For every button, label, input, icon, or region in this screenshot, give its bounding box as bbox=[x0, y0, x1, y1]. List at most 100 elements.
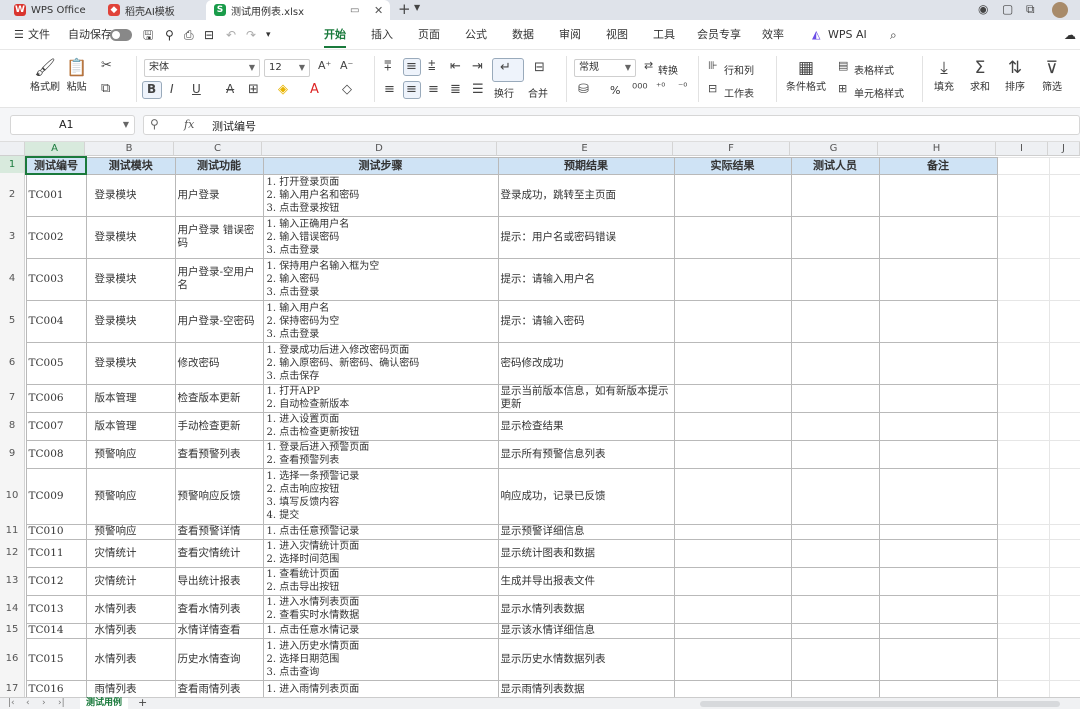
cell-steps[interactable]: 1. 进入水情列表页面 2. 查看实时水情数据 bbox=[262, 594, 499, 624]
cell-expected[interactable]: 提示：请输入密码 bbox=[497, 299, 675, 343]
cell-notes[interactable] bbox=[878, 566, 998, 596]
header-cell-tester[interactable]: 测试人员 bbox=[790, 156, 880, 175]
cell-actual[interactable] bbox=[673, 383, 792, 413]
empty-cell[interactable] bbox=[1048, 439, 1080, 469]
cell-test-id[interactable]: TC016 bbox=[25, 679, 87, 697]
cell-expected[interactable]: 提示：请输入用户名 bbox=[497, 257, 675, 301]
cell-function[interactable]: 用户登录-空密码 bbox=[174, 299, 264, 343]
column-header-g[interactable]: G bbox=[790, 142, 878, 156]
chevron-down-icon[interactable]: ▼ bbox=[123, 116, 129, 134]
empty-cell[interactable] bbox=[1048, 622, 1080, 639]
empty-cell[interactable] bbox=[1048, 299, 1080, 343]
close-tab-icon[interactable]: ✕ bbox=[374, 4, 383, 17]
undo-icon[interactable]: ↶ bbox=[226, 20, 236, 50]
cell-module[interactable]: 雨情列表 bbox=[85, 679, 176, 697]
cell-actual[interactable] bbox=[673, 439, 792, 469]
copy-icon[interactable]: ⧉ bbox=[101, 81, 110, 96]
menu-formula[interactable]: 公式 bbox=[465, 20, 487, 50]
cell-module[interactable]: 预警响应 bbox=[85, 439, 176, 469]
empty-cell[interactable] bbox=[996, 622, 1050, 639]
row-header[interactable]: 14 bbox=[0, 594, 25, 622]
row-header[interactable]: 7 bbox=[0, 383, 25, 411]
row-header[interactable]: 2 bbox=[0, 173, 25, 215]
cell-function[interactable]: 查看预警列表 bbox=[174, 439, 264, 469]
header-cell-expected[interactable]: 预期结果 bbox=[497, 156, 675, 175]
row-header[interactable]: 17 bbox=[0, 679, 25, 697]
decrease-decimal-icon[interactable]: ⁻⁰ bbox=[678, 82, 687, 93]
cell-expected[interactable]: 显示历史水情数据列表 bbox=[497, 637, 675, 681]
align-top-icon[interactable]: ⩱ bbox=[384, 59, 392, 74]
column-header-d[interactable]: D bbox=[262, 142, 497, 156]
cell-steps[interactable]: 1. 输入用户名 2. 保持密码为空 3. 点击登录 bbox=[262, 299, 499, 343]
tab-docer[interactable]: ◆ 稻壳AI模板 bbox=[100, 0, 200, 20]
cell-expected[interactable]: 显示检查结果 bbox=[497, 411, 675, 441]
menu-wps-ai[interactable]: WPS AI bbox=[828, 20, 867, 50]
row-header[interactable]: 13 bbox=[0, 566, 25, 594]
cell-actual[interactable] bbox=[673, 679, 792, 697]
cell-function[interactable]: 预警响应反馈 bbox=[174, 467, 264, 525]
cell-expected[interactable]: 显示水情列表数据 bbox=[497, 594, 675, 624]
cell-steps[interactable]: 1. 打开登录页面 2. 输入用户名和密码 3. 点击登录按钮 bbox=[262, 173, 499, 217]
empty-cell[interactable] bbox=[1048, 566, 1080, 596]
prev-sheet-icon[interactable]: ‹ bbox=[26, 698, 30, 708]
menu-view[interactable]: 视图 bbox=[606, 20, 628, 50]
cell-actual[interactable] bbox=[673, 566, 792, 596]
column-header-h[interactable]: H bbox=[878, 142, 996, 156]
new-tab-button[interactable]: + bbox=[398, 0, 411, 18]
row-header-1[interactable]: 1 bbox=[0, 156, 25, 173]
cell-module[interactable]: 水情列表 bbox=[85, 622, 176, 639]
cell-test-id[interactable]: TC003 bbox=[25, 257, 87, 301]
row-col-button[interactable]: 行和列 bbox=[724, 62, 754, 77]
column-header-a[interactable]: A bbox=[25, 142, 85, 156]
cell-steps[interactable]: 1. 进入设置页面 2. 点击检查更新按钮 bbox=[262, 411, 499, 441]
cell-expected[interactable]: 显示当前版本信息，如有新版本提示更新 bbox=[497, 383, 675, 413]
cell-notes[interactable] bbox=[878, 538, 998, 568]
cell-steps[interactable]: 1. 登录后进入预警页面 2. 查看预警列表 bbox=[262, 439, 499, 469]
align-bottom-icon[interactable]: ⩲ bbox=[428, 59, 436, 74]
wrap-label[interactable]: 换行 bbox=[494, 85, 514, 100]
row-header[interactable]: 8 bbox=[0, 411, 25, 439]
bold-button[interactable]: B bbox=[147, 82, 156, 96]
empty-cell[interactable] bbox=[996, 341, 1050, 385]
cell-steps[interactable]: 1. 点击任意预警记录 bbox=[262, 523, 499, 540]
cell-steps[interactable]: 1. 登录成功后进入修改密码页面 2. 输入原密码、新密码、确认密码 3. 点击保存 bbox=[262, 341, 499, 385]
cell-module[interactable]: 灾情统计 bbox=[85, 538, 176, 568]
column-header-b[interactable]: B bbox=[85, 142, 174, 156]
sheet-tab-test-cases[interactable]: 测试用例 bbox=[80, 698, 129, 709]
select-all-corner[interactable] bbox=[0, 142, 25, 156]
menu-review[interactable]: 审阅 bbox=[559, 20, 581, 50]
merge-label[interactable]: 合并 bbox=[528, 85, 548, 100]
cell-function[interactable]: 查看预警详情 bbox=[174, 523, 264, 540]
cell-expected[interactable]: 显示预警详细信息 bbox=[497, 523, 675, 540]
redo-icon[interactable]: ↷ bbox=[246, 20, 256, 50]
currency-icon[interactable]: ⛁ bbox=[578, 82, 589, 97]
header-cell-module[interactable]: 测试模块 bbox=[85, 156, 176, 175]
cell-steps[interactable]: 1. 进入雨情列表页面 bbox=[262, 679, 499, 697]
header-cell-steps[interactable]: 测试步骤 bbox=[262, 156, 499, 175]
fx-icon[interactable]: fx bbox=[184, 118, 194, 131]
first-sheet-icon[interactable]: |‹ bbox=[8, 698, 15, 708]
cell-actual[interactable] bbox=[673, 622, 792, 639]
paste-button[interactable]: 📋 粘贴 bbox=[66, 58, 87, 93]
empty-cell[interactable] bbox=[1048, 341, 1080, 385]
cell-test-id[interactable]: TC013 bbox=[25, 594, 87, 624]
underline-button[interactable]: U bbox=[192, 82, 201, 96]
align-right-icon[interactable]: ≡ bbox=[428, 82, 439, 97]
cell-notes[interactable] bbox=[878, 341, 998, 385]
name-box[interactable]: A1 ▼ bbox=[10, 115, 135, 135]
spreadsheet-grid[interactable]: 测试编号 测试模块 测试功能 测试步骤 预期结果 实际结果 测试人员 备注 TC… bbox=[25, 156, 1080, 697]
cell-test-id[interactable]: TC014 bbox=[25, 622, 87, 639]
cell-actual[interactable] bbox=[673, 594, 792, 624]
empty-cell[interactable] bbox=[1048, 173, 1080, 217]
row-header[interactable]: 12 bbox=[0, 538, 25, 566]
cell-style-button[interactable]: 单元格样式 bbox=[854, 85, 904, 100]
cell-steps[interactable]: 1. 进入历史水情页面 2. 选择日期范围 3. 点击查询 bbox=[262, 637, 499, 681]
cell-tester[interactable] bbox=[790, 215, 880, 259]
cell-expected[interactable]: 响应成功，记录已反馈 bbox=[497, 467, 675, 525]
cell-actual[interactable] bbox=[673, 299, 792, 343]
fill-button[interactable]: ⤓ 填充 bbox=[934, 58, 954, 93]
merge-icon[interactable]: ⊟ bbox=[534, 60, 545, 75]
font-color-icon[interactable]: A bbox=[310, 82, 319, 97]
row-header[interactable]: 11 bbox=[0, 523, 25, 538]
empty-cell[interactable] bbox=[1048, 467, 1080, 525]
